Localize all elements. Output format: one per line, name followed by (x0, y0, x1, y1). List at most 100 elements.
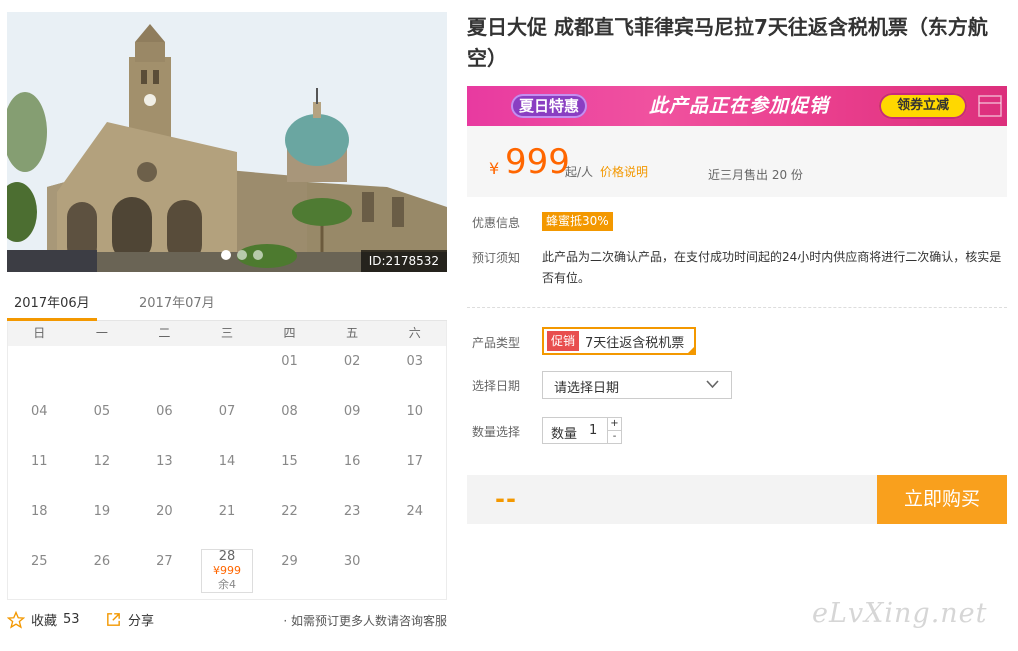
quantity-label: 数量选择 (472, 425, 521, 439)
calendar-day: 24 (383, 496, 446, 546)
slide-dot[interactable] (237, 250, 247, 260)
promo-tag: 促销 (547, 331, 580, 351)
tab-month-june[interactable]: 2017年06月 (14, 292, 90, 311)
image-id-label: ID:2178532 (360, 250, 447, 272)
weekday-header: 六 (408, 326, 421, 340)
calendar-day-stock: 余4 (217, 578, 236, 591)
calendar-day-number: 17 (406, 454, 423, 469)
calendar-day-number: 07 (218, 404, 236, 419)
date-select-placeholder: 请选择日期 (554, 381, 620, 396)
calendar-day: 23 (321, 496, 384, 546)
price-box: ¥ 999 起/人 价格说明 近三月售出 20 份 (467, 126, 1007, 197)
calendar-day-number: 04 (31, 404, 48, 419)
calendar-day: 02 (321, 346, 384, 396)
favorite-count: 53 (63, 612, 80, 627)
calendar-day-number: 12 (93, 454, 111, 469)
get-coupon-button[interactable]: 领券立减 (879, 93, 967, 119)
star-icon (7, 610, 25, 629)
watermark: eLvXing.net (812, 598, 988, 629)
favorite-button[interactable]: 收藏 53 (7, 610, 80, 629)
quantity-decrease-button[interactable]: - (608, 431, 621, 444)
weekday-header: 三 (220, 326, 233, 340)
share-icon (107, 613, 120, 626)
weekday-header: 二 (158, 326, 171, 340)
sold-count: 近三月售出 20 份 (708, 168, 803, 182)
product-photo[interactable]: ID:2178532 (7, 12, 447, 272)
product-type-option[interactable]: 促销 7天往返含税机票 (542, 327, 697, 355)
chevron-down-icon (706, 380, 719, 389)
total-price: -- (495, 485, 517, 513)
calendar-day: 13 (133, 446, 196, 496)
calendar-day-number: 18 (31, 504, 48, 519)
calendar-day: 15 (258, 446, 321, 496)
promo-text: 此产品正在参加促销 (649, 95, 830, 117)
price-value: 999 (505, 142, 570, 182)
calendar-day: 26 (71, 546, 134, 596)
calendar-day: 10 (383, 396, 446, 446)
calendar-empty-cell (133, 346, 196, 396)
price-currency: ¥ (489, 159, 500, 178)
divider (467, 307, 1007, 308)
price-explain-link[interactable]: 价格说明 (600, 163, 648, 180)
product-type-label: 产品类型 (472, 336, 521, 350)
tab-month-july[interactable]: 2017年07月 (139, 292, 215, 311)
calendar-empty-cell (196, 346, 259, 396)
buy-now-button[interactable]: 立即购买 (877, 475, 1007, 524)
calendar-day: 06 (133, 396, 196, 446)
weekday-header: 五 (346, 326, 359, 340)
share-button[interactable]: 分享 (105, 610, 154, 629)
booking-notice: 此产品为二次确认产品，在支付成功时间起的24小时内供应商将进行二次确认，核实是否… (542, 250, 1002, 285)
calendar-day-number: 20 (156, 504, 173, 519)
quantity-stepper: 数量 1 + - (542, 417, 622, 444)
favorite-label: 收藏 (31, 614, 58, 629)
slide-dot[interactable] (221, 250, 231, 260)
calendar-day: 20 (133, 496, 196, 546)
price-unit: 起/人 (565, 165, 594, 179)
product-title: 夏日大促 成都直飞菲律宾马尼拉7天往返含税机票（东方航空） (467, 15, 988, 70)
calendar-day: 07 (196, 396, 259, 446)
quantity-buttons: + - (607, 418, 621, 443)
calendar-day: 08 (258, 396, 321, 446)
calendar-empty-cell (71, 346, 134, 396)
calendar-day: 09 (321, 396, 384, 446)
calendar-day-number: 24 (406, 504, 423, 519)
calendar: 日 一 二 三 四 五 六 01 02 03 04 05 06 07 08 09 10 11 12 13 14 15 16… (7, 321, 447, 600)
share-label: 分享 (128, 614, 155, 629)
weekday-header: 四 (283, 326, 296, 340)
quantity-prefix: 数量 (551, 427, 578, 442)
calendar-day-number: 09 (343, 404, 361, 419)
calendar-day: 16 (321, 446, 384, 496)
calendar-day-number: 16 (343, 454, 361, 469)
summer-sale-badge: 夏日特惠 (511, 94, 588, 118)
calendar-day-number: 25 (31, 554, 48, 569)
calendar-empty-cell (8, 346, 71, 396)
calendar-day: 25 (8, 546, 71, 596)
notice-label: 预订须知 (472, 251, 521, 265)
selected-check-icon (686, 345, 697, 355)
date-label: 选择日期 (472, 379, 521, 393)
calendar-day-number: 03 (406, 354, 423, 369)
weekday-header: 日 (33, 326, 46, 340)
calendar-day-number: 02 (343, 354, 361, 369)
calendar-day-number: 23 (343, 504, 361, 519)
calendar-day-number: 28 (218, 549, 236, 564)
quantity-value[interactable]: 1 (589, 423, 597, 438)
calendar-day: 27 (133, 546, 196, 596)
quantity-increase-button[interactable]: + (608, 418, 621, 431)
product-type-value: 7天往返含税机票 (585, 335, 685, 351)
calendar-day-number: 29 (281, 554, 298, 569)
calendar-day-number: 21 (218, 504, 236, 519)
slide-dot[interactable] (253, 250, 263, 260)
calendar-day: 19 (71, 496, 134, 546)
promo-banner[interactable]: 夏日特惠 此产品正在参加促销 领券立减 (467, 86, 1007, 126)
calendar-day: 11 (8, 446, 71, 496)
calendar-day: 14 (196, 446, 259, 496)
date-select[interactable]: 请选择日期 (542, 371, 732, 399)
calendar-days-grid: 01 02 03 04 05 06 07 08 09 10 11 12 13 14 15 16 17 18 19 20… (8, 346, 446, 596)
buy-bar: -- 立即购买 (467, 475, 1007, 524)
calendar-day-available[interactable]: 28 ¥999 余4 (196, 546, 259, 596)
calendar-day-number: 08 (281, 404, 298, 419)
calendar-day-number: 30 (343, 554, 361, 569)
calendar-day-number: 13 (156, 454, 173, 469)
calendar-month-tabs: 2017年06月 2017年07月 (7, 288, 447, 321)
